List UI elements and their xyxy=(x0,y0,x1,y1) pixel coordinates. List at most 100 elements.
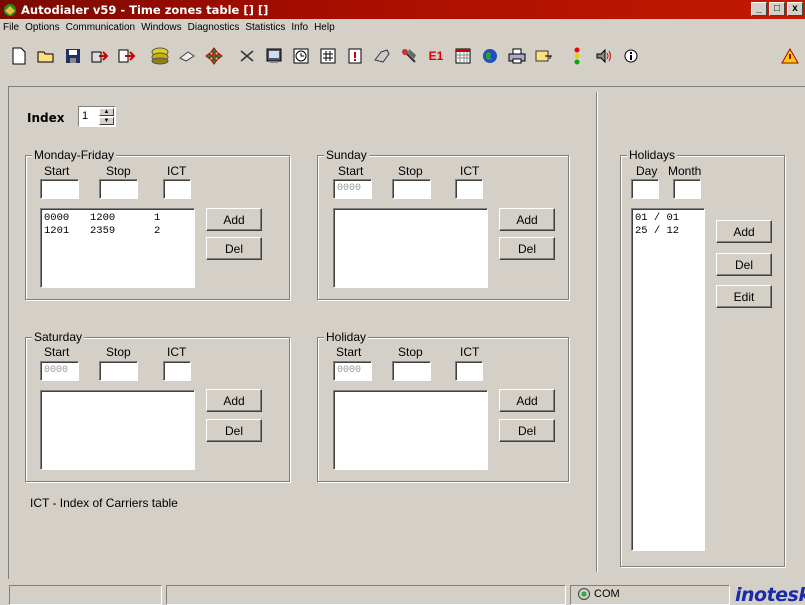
key-icon[interactable] xyxy=(533,45,555,67)
list-item[interactable]: 1201 2359 2 xyxy=(44,225,194,238)
start-field[interactable]: 0000 xyxy=(40,361,79,381)
printer-icon[interactable] xyxy=(506,45,528,67)
col-ict-label: ICT xyxy=(167,345,187,359)
start-field[interactable]: 0000 xyxy=(333,361,372,381)
add-button[interactable]: Add xyxy=(206,208,262,231)
close-button[interactable]: x xyxy=(787,2,803,16)
menu-help[interactable]: Help xyxy=(314,22,335,33)
list-item[interactable]: 25 / 12 xyxy=(635,225,704,238)
wizard-icon[interactable] xyxy=(398,45,420,67)
timezone-list[interactable] xyxy=(333,390,488,470)
index-value[interactable]: 1 xyxy=(82,110,88,122)
timezone-list[interactable] xyxy=(333,208,488,288)
col-start-label: Start xyxy=(44,164,70,178)
add-button[interactable]: Add xyxy=(716,220,772,243)
start-field[interactable] xyxy=(40,179,79,199)
save-disk-icon[interactable] xyxy=(62,45,84,67)
del-button[interactable]: Del xyxy=(206,419,262,442)
menu-communication[interactable]: Communication xyxy=(66,22,135,33)
ict-field[interactable] xyxy=(455,361,483,381)
title-bar: Autodialer v59 - Time zones table [] [] … xyxy=(0,0,805,19)
move-icon[interactable] xyxy=(203,45,225,67)
row-start: 1201 xyxy=(44,225,70,237)
export-icon[interactable] xyxy=(116,45,138,67)
toolbar: E1 xyxy=(0,36,805,76)
settings-icon[interactable] xyxy=(371,45,393,67)
app-icon[interactable] xyxy=(2,2,18,18)
menu-statistics[interactable]: Statistics xyxy=(245,22,285,33)
edit-button[interactable]: Edit xyxy=(716,285,772,308)
calendar-icon[interactable] xyxy=(452,45,474,67)
grid-icon[interactable] xyxy=(317,45,339,67)
index-spinner[interactable]: 1 ▲ ▼ xyxy=(78,106,116,127)
info-icon[interactable] xyxy=(620,45,642,67)
ict-field[interactable] xyxy=(455,179,483,199)
database-icon[interactable] xyxy=(149,45,171,67)
group-title: Sunday xyxy=(324,148,369,162)
spin-down-icon[interactable]: ▼ xyxy=(99,117,114,125)
import-icon[interactable] xyxy=(89,45,111,67)
vertical-divider xyxy=(596,92,598,572)
globe-icon[interactable] xyxy=(479,45,501,67)
col-stop-label: Stop xyxy=(106,164,131,178)
status-panel xyxy=(9,585,162,605)
menu-file[interactable]: File xyxy=(3,22,19,33)
com-indicator: COM xyxy=(578,588,620,600)
speaker-icon[interactable] xyxy=(593,45,615,67)
window-controls: _ □ x xyxy=(751,2,803,16)
menu-info[interactable]: Info xyxy=(291,22,308,33)
new-file-icon[interactable] xyxy=(8,45,30,67)
spin-up-icon[interactable]: ▲ xyxy=(99,108,114,116)
del-button[interactable]: Del xyxy=(206,237,262,260)
start-field[interactable]: 0000 xyxy=(333,179,372,199)
menu-diagnostics[interactable]: Diagnostics xyxy=(188,22,240,33)
group-title: Saturday xyxy=(32,330,85,344)
status-panel xyxy=(166,585,566,605)
list-item[interactable]: 0000 1200 1 xyxy=(44,212,194,225)
del-button[interactable]: Del xyxy=(499,419,555,442)
clock-icon[interactable] xyxy=(290,45,312,67)
col-start-label: Start xyxy=(44,345,70,359)
menu-options[interactable]: Options xyxy=(25,22,59,33)
col-start-label: Start xyxy=(336,345,362,359)
timezone-list[interactable] xyxy=(40,390,195,470)
group-title: Monday-Friday xyxy=(32,148,117,162)
row-start: 0000 xyxy=(44,212,70,224)
stop-field[interactable] xyxy=(99,361,138,381)
col-stop-label: Stop xyxy=(398,164,423,178)
add-button[interactable]: Add xyxy=(206,389,262,412)
del-button[interactable]: Del xyxy=(499,237,555,260)
menu-windows[interactable]: Windows xyxy=(141,22,182,33)
eraser-icon[interactable] xyxy=(176,45,198,67)
traffic-light-icon[interactable] xyxy=(566,45,588,67)
terminal-icon[interactable] xyxy=(263,45,285,67)
alert-file-icon[interactable] xyxy=(344,45,366,67)
ict-field[interactable] xyxy=(163,361,191,381)
brand-logo: inoteska xyxy=(735,584,805,605)
stop-field[interactable] xyxy=(392,179,431,199)
group-title: Holidays xyxy=(627,148,678,162)
warning-icon[interactable] xyxy=(779,45,801,67)
day-field[interactable] xyxy=(631,179,659,199)
open-folder-icon[interactable] xyxy=(35,45,57,67)
e1-icon[interactable]: E1 xyxy=(425,45,447,67)
add-button[interactable]: Add xyxy=(499,208,555,231)
maximize-button[interactable]: □ xyxy=(769,2,785,16)
stop-field[interactable] xyxy=(99,179,138,199)
month-field[interactable] xyxy=(673,179,701,199)
cut-icon[interactable] xyxy=(236,45,258,67)
stop-field[interactable] xyxy=(392,361,431,381)
minimize-button[interactable]: _ xyxy=(751,2,767,16)
timezone-list[interactable]: 0000 1200 1 1201 2359 2 xyxy=(40,208,195,288)
col-ict-label: ICT xyxy=(460,345,480,359)
group-title: Holiday xyxy=(324,330,369,344)
col-stop-label: Stop xyxy=(106,345,131,359)
row-stop: 1200 xyxy=(90,212,116,224)
add-button[interactable]: Add xyxy=(499,389,555,412)
holidays-list[interactable]: 01 / 01 25 / 12 xyxy=(631,208,705,551)
ict-field[interactable] xyxy=(163,179,191,199)
col-start-label: Start xyxy=(338,164,364,178)
col-day-label: Day xyxy=(636,164,658,178)
list-item[interactable]: 01 / 01 xyxy=(635,212,704,225)
del-button[interactable]: Del xyxy=(716,253,772,276)
